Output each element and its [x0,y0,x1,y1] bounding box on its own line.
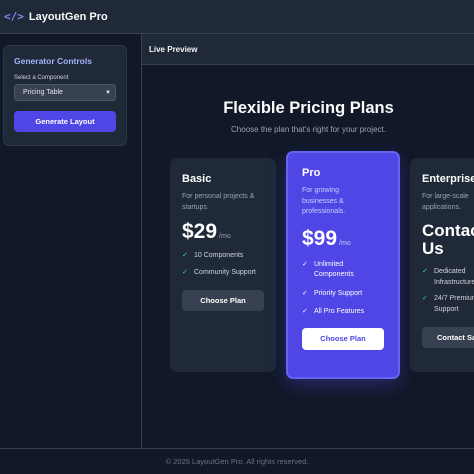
check-icon: ✓ [302,260,308,268]
app-title: LayoutGen Pro [28,10,108,23]
feature-text: 10 Components [194,252,244,259]
preview-header: Live Preview [142,34,474,65]
chevron-down-icon: ▼ [105,89,111,96]
check-icon: ✓ [302,308,308,315]
feature-item: ✓ 10 Components [182,251,264,262]
feature-item: ✓ 24/7 Premium Support [422,294,474,315]
price-row: $29 /mo [182,220,264,244]
choose-plan-button[interactable]: Choose Plan [302,327,384,350]
plan-description: For personal projects & startups. [182,193,255,211]
pricing-card-pro: Pro For growing businesses & professiona… [286,151,400,379]
feature-list: ✓ Unlimited Components ✓ Priority Support … [302,260,384,318]
pricing-card-basic: Basic For personal projects & startups. … [170,158,276,372]
plan-price: Contact Us [422,221,474,258]
check-icon: ✓ [182,252,188,259]
plan-description: For growing businesses & professionals. [302,187,346,215]
feature-list: ✓ 10 Components ✓ Community Support [182,251,264,278]
feature-text: Unlimited Components [314,260,354,279]
plan-description: For large-scale applications. [422,193,469,211]
pricing-card-enterprise: Enterprise For large-scale applications.… [410,158,474,372]
price-row: $99 /mo [302,227,384,251]
pricing-subtitle: Choose the plan that's right for your pr… [231,125,386,134]
pricing-title: Flexible Pricing Plans [223,99,394,117]
check-icon: ✓ [422,268,428,275]
plan-name: Enterprise [422,173,474,185]
generate-layout-button[interactable]: Generate Layout [14,111,116,132]
code-brackets-icon: </> [4,10,24,23]
plan-period: /mo [219,233,231,240]
component-select-label: Select a Component [14,75,69,81]
feature-item: ✓ Dedicated Infrastructure [422,267,474,288]
footer: © 2025 LayoutGen Pro. All rights reserve… [0,448,474,474]
contact-sales-button[interactable]: Contact Sales [422,327,474,348]
feature-item: ✓ Priority Support [302,289,384,300]
plan-name: Basic [182,173,212,185]
feature-item: ✓ All Pro Features [302,307,384,318]
live-preview-panel: Live Preview Flexible Pricing Plans Choo… [141,34,474,448]
plan-price: $99 [302,226,338,250]
plan-period: /mo [339,239,351,247]
feature-text: Priority Support [314,289,363,297]
plan-name: Pro [302,167,321,179]
check-icon: ✓ [182,268,188,276]
feature-text: All Pro Features [314,308,365,315]
feature-text: Dedicated Infrastructure [434,268,474,286]
check-icon: ✓ [302,289,308,297]
feature-text: 24/7 Premium Support [434,295,474,313]
check-icon: ✓ [422,295,428,302]
component-select[interactable]: Pricing Table ▼ [14,84,116,101]
plan-price: $29 [182,220,218,243]
choose-plan-button[interactable]: Choose Plan [182,290,264,311]
feature-item: ✓ Community Support [182,268,264,279]
top-bar: </> LayoutGen Pro [0,0,474,34]
panel-title: Generator Controls [14,56,92,66]
feature-list: ✓ Dedicated Infrastructure ✓ 24/7 Premium … [422,267,474,315]
feature-item: ✓ Unlimited Components [302,260,384,281]
feature-text: Community Support [194,268,256,276]
component-select-value: Pricing Table [23,89,63,96]
generator-controls-panel: Generator Controls Select a Component Pr… [3,45,127,146]
